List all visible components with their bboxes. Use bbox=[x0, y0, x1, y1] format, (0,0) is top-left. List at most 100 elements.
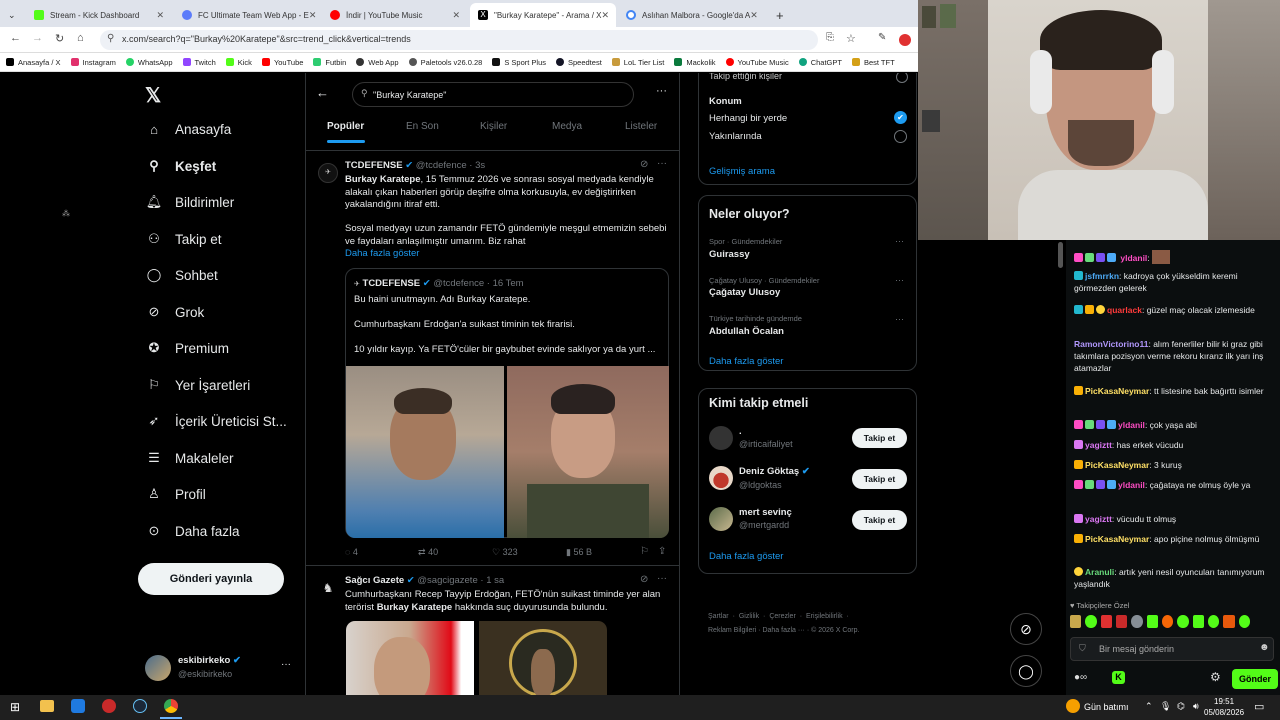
sidebar-item-profile[interactable]: ♙ Profil bbox=[146, 486, 206, 502]
sidebar-item-explore[interactable]: ⚲ Keşfet bbox=[146, 158, 216, 174]
new-tab-button[interactable]: + bbox=[768, 3, 788, 27]
avatar[interactable] bbox=[145, 655, 171, 681]
post-button[interactable]: Gönderi yayınla bbox=[138, 563, 284, 595]
avatar[interactable]: ♞ bbox=[318, 578, 338, 598]
views-button[interactable]: ▮ 56 B bbox=[566, 547, 592, 558]
follow-button[interactable]: Takip et bbox=[852, 469, 907, 489]
chrome-icon[interactable] bbox=[164, 699, 178, 713]
emote-bar[interactable] bbox=[1070, 615, 1250, 630]
volume-icon[interactable]: 🔊︎ bbox=[1193, 701, 1199, 712]
more-icon[interactable]: ··· bbox=[656, 85, 667, 97]
avatar[interactable] bbox=[709, 426, 733, 450]
mic-icon[interactable]: 🎙︎ bbox=[1160, 701, 1171, 712]
suggested-name[interactable]: . bbox=[739, 426, 742, 437]
grok-icon[interactable]: ⊘ bbox=[640, 574, 648, 585]
photo-left[interactable] bbox=[346, 366, 504, 538]
close-icon[interactable]: ✕ bbox=[602, 10, 610, 21]
tab-people[interactable]: Kişiler bbox=[480, 121, 507, 132]
tab-x-search[interactable]: X "Burkay Karatepe" - Arama / X ✕ bbox=[470, 3, 616, 27]
sidebar-item-more[interactable]: ⊙ Daha fazla bbox=[146, 523, 240, 539]
bookmark-item[interactable]: Futbin bbox=[313, 58, 346, 67]
messages-icon[interactable]: ◯ bbox=[1010, 655, 1042, 687]
back-arrow-icon[interactable]: ← bbox=[316, 85, 329, 100]
grok-icon[interactable]: ⊘ bbox=[640, 159, 648, 170]
footer-links-2[interactable]: Reklam Bilgileri · Daha fazla ··· · © 20… bbox=[708, 627, 859, 634]
follow-button[interactable]: Takip et bbox=[852, 510, 907, 530]
tab-search-button[interactable]: ⌄ bbox=[0, 3, 26, 27]
sidebar-item-articles[interactable]: ☰ Makaleler bbox=[146, 450, 233, 466]
follow-button[interactable]: Takip et bbox=[852, 428, 907, 448]
tab-kick-dashboard[interactable]: Stream - Kick Dashboard ✕ bbox=[26, 3, 172, 27]
send-button[interactable]: Gönder bbox=[1232, 669, 1278, 689]
bookmark-item[interactable]: S Sport Plus bbox=[492, 58, 546, 67]
forward-icon[interactable]: → bbox=[32, 32, 43, 44]
clock-time[interactable]: 19:51 bbox=[1214, 697, 1234, 706]
close-icon[interactable]: ✕ bbox=[309, 10, 317, 21]
pen-icon[interactable]: ✎ bbox=[878, 32, 886, 43]
bookmark-item[interactable]: Web App bbox=[356, 58, 399, 67]
sidebar-item-bookmarks[interactable]: ⚐ Yer İşaretleri bbox=[146, 377, 250, 393]
bookmark-item[interactable]: Speedtest bbox=[556, 58, 602, 67]
suggested-name[interactable]: Deniz Göktaş ✔ bbox=[739, 466, 810, 477]
bookmark-item[interactable]: Twitch bbox=[182, 58, 216, 67]
suggested-name[interactable]: mert sevinç bbox=[739, 507, 792, 518]
grok-icon[interactable]: ⊘ bbox=[1010, 613, 1042, 645]
sidebar-item-chat[interactable]: ◯ Sohbet bbox=[146, 267, 218, 283]
x-logo-icon[interactable]: 𝕏 bbox=[145, 83, 161, 108]
windows-start-icon[interactable]: ⊞ bbox=[10, 700, 20, 714]
app-icon[interactable] bbox=[102, 699, 116, 713]
avatar[interactable] bbox=[709, 466, 733, 490]
location-near-radio[interactable] bbox=[894, 130, 907, 143]
trends-show-more[interactable]: Daha fazla göster bbox=[709, 356, 783, 367]
network-icon[interactable]: ⌬ bbox=[1177, 701, 1185, 712]
more-icon[interactable]: ··· bbox=[895, 236, 904, 246]
footer-links-1[interactable]: Şartlar · Gizlilik · Çerezler · Erişileb… bbox=[708, 613, 849, 620]
more-icon[interactable]: ··· bbox=[281, 659, 291, 670]
install-app-icon[interactable]: ⎘ bbox=[826, 32, 834, 43]
more-icon[interactable]: ··· bbox=[895, 314, 904, 324]
close-icon[interactable]: ✕ bbox=[452, 10, 460, 21]
tab-lists[interactable]: Listeler bbox=[625, 121, 657, 132]
account-name[interactable]: eskibirkeko ✔ bbox=[178, 655, 241, 666]
tab-latest[interactable]: En Son bbox=[406, 121, 439, 132]
close-icon[interactable]: ✕ bbox=[156, 10, 164, 21]
url-input[interactable]: ⚲ x.com/search?q="Burkay%20Karatepe"&src… bbox=[100, 30, 818, 50]
tray-chevron-icon[interactable]: ⌃ bbox=[1145, 701, 1153, 712]
bookmark-item[interactable]: Kick bbox=[225, 58, 252, 67]
bookmark-item[interactable]: Instagram bbox=[70, 58, 116, 67]
tweet-time[interactable]: · 3s bbox=[469, 160, 485, 171]
avatar[interactable] bbox=[709, 507, 733, 531]
profile-avatar[interactable] bbox=[899, 34, 911, 46]
advanced-search-link[interactable]: Gelişmiş arama bbox=[709, 166, 775, 177]
reply-button[interactable]: ◌ 4 bbox=[345, 547, 358, 557]
more-icon[interactable]: ··· bbox=[657, 158, 667, 169]
location-anywhere-radio[interactable]: ✔ bbox=[894, 111, 907, 124]
more-icon[interactable]: ··· bbox=[895, 275, 904, 285]
bookmark-item[interactable]: Best TFT bbox=[851, 58, 895, 67]
bookmark-icon[interactable]: ⚐ bbox=[640, 546, 649, 557]
share-icon[interactable]: ⇪ bbox=[658, 546, 666, 557]
trend-item[interactable]: Guirassy bbox=[709, 249, 750, 260]
tab-youtube-music[interactable]: İndir | YouTube Music ✕ bbox=[322, 3, 468, 27]
steam-icon[interactable] bbox=[133, 699, 147, 713]
tab-google[interactable]: Aslıhan Malbora - Google'da A ✕ bbox=[618, 3, 764, 27]
tweet-time[interactable]: · 1 sa bbox=[480, 575, 504, 586]
weather-label[interactable]: Gün batımı bbox=[1084, 702, 1129, 712]
photo-seal[interactable] bbox=[479, 621, 607, 695]
bookmark-item[interactable]: Paletools v26.0.28 bbox=[408, 58, 482, 67]
photo-right[interactable] bbox=[507, 366, 669, 538]
star-icon[interactable]: ☆ bbox=[846, 32, 856, 45]
points-icon[interactable]: ●∞ bbox=[1074, 672, 1087, 683]
emoji-icon[interactable]: ☻ bbox=[1259, 642, 1270, 653]
mail-icon[interactable] bbox=[71, 699, 85, 713]
author-name[interactable]: Sağcı Gazete bbox=[345, 575, 404, 586]
back-icon[interactable]: ← bbox=[10, 32, 21, 44]
trend-item[interactable]: Abdullah Öcalan bbox=[709, 326, 784, 337]
notification-icon[interactable]: ▭ bbox=[1254, 700, 1264, 713]
weather-icon[interactable] bbox=[1066, 699, 1080, 713]
reload-icon[interactable]: ↻ bbox=[55, 32, 64, 45]
search-input[interactable]: ⚲ "Burkay Karatepe" bbox=[352, 82, 634, 107]
bookmark-item[interactable]: WhatsApp bbox=[125, 58, 173, 67]
trend-item[interactable]: Çağatay Ulusoy bbox=[709, 287, 780, 298]
avatar[interactable]: ✈ bbox=[318, 163, 338, 183]
